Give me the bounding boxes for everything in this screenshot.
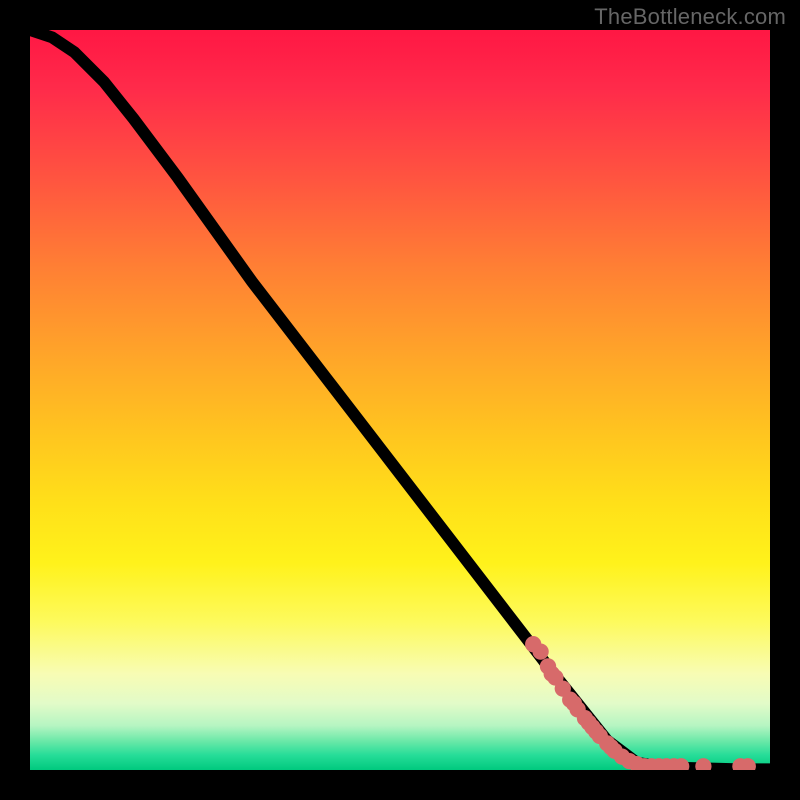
data-points xyxy=(525,636,756,770)
plot-area xyxy=(30,30,770,770)
chart-container: TheBottleneck.com xyxy=(0,0,800,800)
curve-line xyxy=(30,30,770,769)
chart-svg xyxy=(30,30,770,770)
watermark-text: TheBottleneck.com xyxy=(594,4,786,30)
data-point xyxy=(695,758,711,770)
data-point xyxy=(532,643,548,659)
